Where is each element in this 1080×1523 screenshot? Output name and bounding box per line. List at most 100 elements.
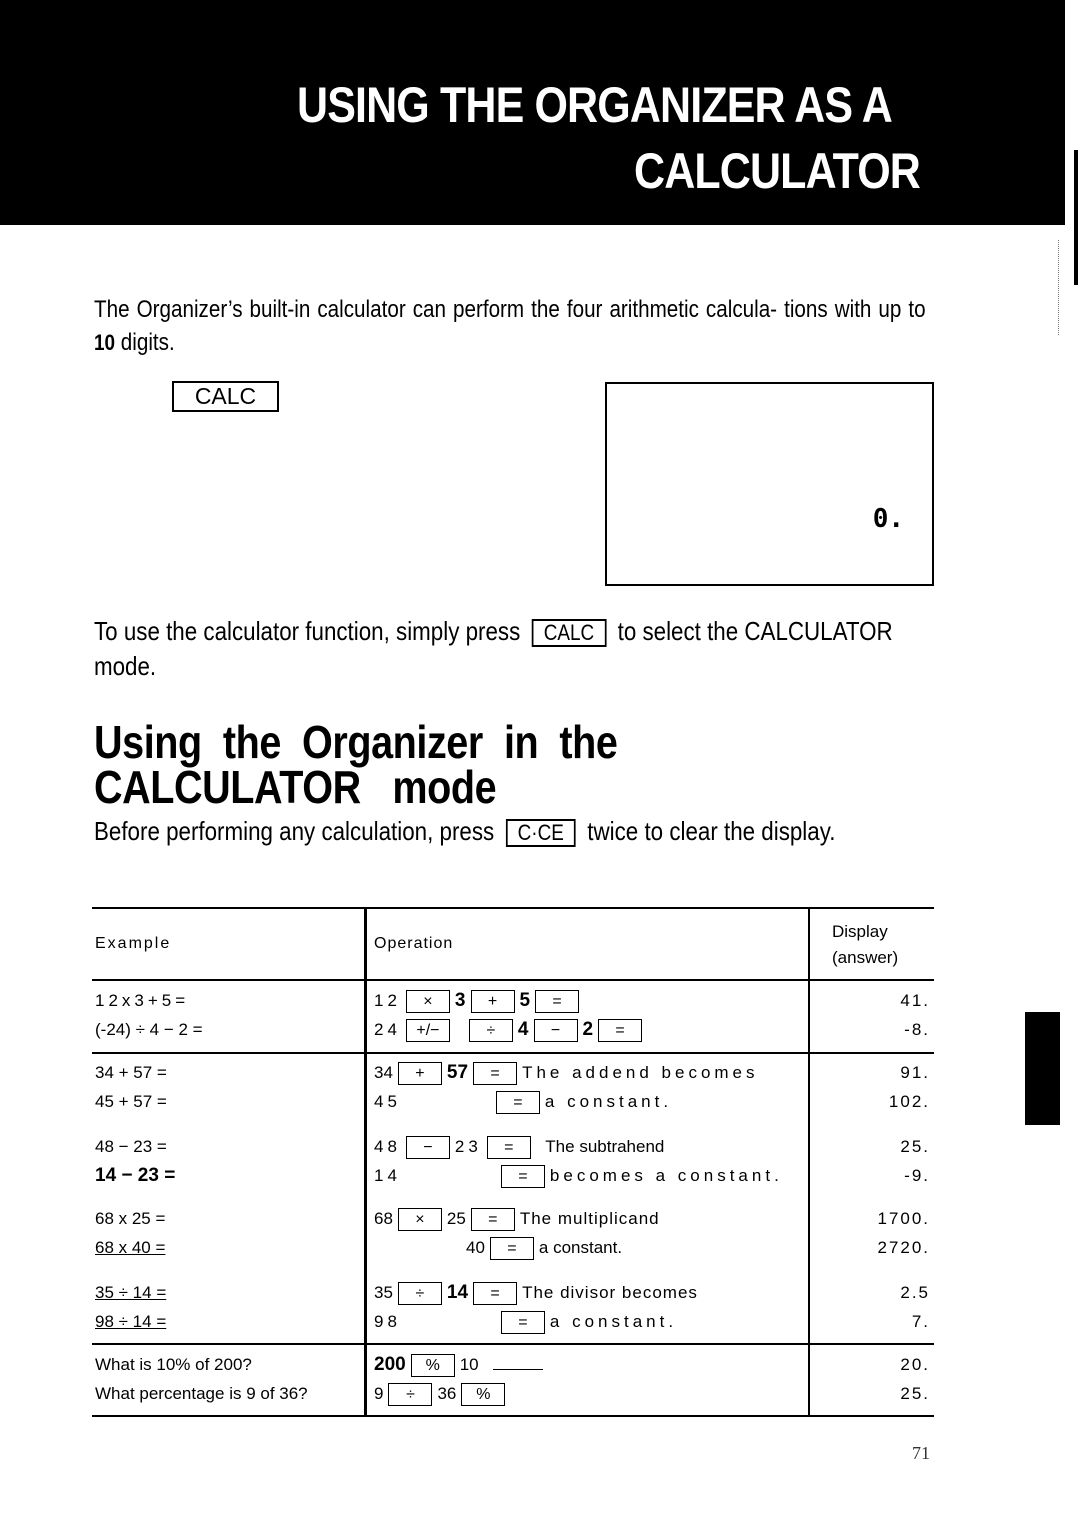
op-note: a constant.: [538, 1238, 623, 1257]
table-row-operation: 98 = a constant.: [374, 1307, 677, 1336]
op-note: The divisor becomes: [522, 1283, 698, 1302]
table-row-display: 20.: [900, 1355, 930, 1374]
table-row-operation: 9 ÷ 36%: [374, 1379, 510, 1408]
op-number: 36: [437, 1384, 457, 1403]
header-display-line1: Display: [832, 922, 888, 941]
table-row-example: 14 − 23 =: [95, 1165, 176, 1186]
clear-text-end: twice to clear the display.: [587, 816, 836, 846]
op-note: The multiplicand: [519, 1209, 660, 1228]
op-number: 5: [519, 990, 531, 1011]
op-number: 9: [374, 1384, 384, 1403]
table-row-example: 34 + 57 =: [95, 1063, 167, 1082]
plus-key: +: [470, 990, 515, 1014]
equals-key: =: [473, 1062, 518, 1086]
page-edge-dots: [1058, 240, 1061, 335]
clear-text: Before performing any calculation, press: [94, 816, 495, 846]
op-number: 57: [446, 1062, 469, 1083]
percent-key: %: [410, 1354, 455, 1378]
table-row-display: 41.: [900, 991, 930, 1010]
table-row-operation: 34 +57 = The addend becomes: [374, 1058, 759, 1087]
table-row-operation: 45 = a constant.: [374, 1087, 672, 1116]
calc-key: CALC: [531, 619, 607, 647]
calc-key-illustration: CALC: [172, 381, 279, 412]
chapter-title-banner: USING THE ORGANIZER AS A CALCULATOR: [0, 0, 1065, 225]
equals-key: =: [489, 1237, 534, 1261]
op-number: 24: [374, 1020, 401, 1039]
table-row-operation: 48−23 = The subtrahend: [374, 1132, 664, 1161]
table-row-example: 35 ÷ 14 =: [95, 1283, 167, 1302]
op-number: 68: [374, 1209, 393, 1228]
table-row-display: 102.: [888, 1092, 930, 1111]
page-number: 71: [912, 1443, 930, 1463]
sign-change-key: +/−: [405, 1019, 450, 1043]
table-row-display: 2.5: [900, 1283, 930, 1302]
op-number: 4: [517, 1019, 529, 1040]
lcd-value: 0.: [872, 504, 904, 534]
table-row-display: 25.: [900, 1384, 930, 1403]
chapter-title-line1: USING THE ORGANIZER AS A: [297, 77, 893, 133]
divide-key: ÷: [468, 1019, 513, 1043]
usage-text: To use the calculator function, simply p…: [94, 616, 521, 646]
header-display-line2: (answer): [832, 948, 899, 967]
table-row-operation: 24 +/− ÷ 4−2 =: [374, 1015, 647, 1044]
op-number: 3: [454, 990, 466, 1011]
table-row-display: -8.: [904, 1020, 930, 1039]
minus-key: −: [533, 1019, 578, 1043]
table-row-operation: 68 × 25 = The multiplicand: [374, 1204, 660, 1233]
op-note: The subtrahend: [545, 1137, 665, 1156]
usage-paragraph: To use the calculator function, simply p…: [94, 614, 928, 684]
intro-text: The Organizer’s built-in calculator can …: [94, 296, 926, 323]
multiply-key: ×: [397, 1208, 442, 1232]
table-row-display: 2720.: [877, 1238, 930, 1257]
table-row-example: What percentage is 9 of 36?: [95, 1384, 308, 1403]
blank-line: [492, 1355, 543, 1370]
equals-key: =: [535, 990, 580, 1014]
divide-key: ÷: [388, 1383, 433, 1407]
op-number: 23: [454, 1137, 482, 1156]
calculator-lcd-display: 0.: [605, 382, 934, 586]
calculation-examples-table: Example Operation Display (answer) 12x3+…: [92, 907, 934, 1417]
op-note: a constant.: [544, 1092, 673, 1111]
equals-key: =: [500, 1311, 545, 1335]
plus-key: +: [397, 1062, 442, 1086]
op-number: 48: [374, 1137, 401, 1156]
op-number: 2: [582, 1019, 594, 1040]
minus-key: −: [405, 1136, 450, 1160]
multiply-key: ×: [405, 990, 450, 1014]
table-row-display: 25.: [900, 1137, 930, 1156]
header-example: Example: [95, 935, 172, 952]
column-divider: [808, 907, 810, 1417]
op-number: 12: [374, 991, 401, 1010]
table-row-operation: 40 = a constant.: [374, 1233, 622, 1262]
table-row-operation: 12 × 3 +5 =: [374, 986, 584, 1015]
table-row-display: 7.: [911, 1312, 930, 1331]
op-number: 25: [446, 1209, 466, 1228]
op-number: 45: [374, 1092, 401, 1111]
op-number: 200: [374, 1354, 406, 1375]
equals-key: =: [470, 1208, 515, 1232]
op-note: The addend becomes: [522, 1063, 759, 1082]
op-note: a constant.: [549, 1312, 678, 1331]
table-row-operation: 200% 10: [374, 1350, 543, 1379]
section-heading-line2: CALCULATOR mode: [94, 761, 497, 813]
clear-instruction-paragraph: Before performing any calculation, press…: [94, 813, 928, 849]
equals-key: =: [500, 1165, 545, 1189]
digit-count: 10: [94, 330, 116, 355]
divide-key: ÷: [397, 1282, 442, 1306]
op-number: 14: [446, 1282, 469, 1303]
table-row-example: 68 x 40 =: [95, 1238, 166, 1257]
table-row-operation: 14 = becomes a constant.: [374, 1161, 783, 1190]
table-row-display: -9.: [904, 1166, 930, 1185]
equals-key: =: [495, 1091, 540, 1115]
op-number: 14: [374, 1166, 401, 1185]
op-note: becomes a constant.: [549, 1166, 783, 1185]
section-heading: Using the Organizer in the CALCULATOR mo…: [94, 719, 618, 813]
table-row-display: 1700.: [877, 1209, 930, 1228]
table-row-example: 12x3+5=: [95, 991, 190, 1010]
table-row-example: 45 + 57 =: [95, 1092, 167, 1111]
header-operation: Operation: [374, 935, 454, 952]
intro-text-end: digits.: [115, 329, 175, 356]
cce-key: C·CE: [505, 819, 576, 847]
section-thumb-tab: [1025, 1012, 1060, 1125]
op-number: 10: [459, 1355, 479, 1374]
